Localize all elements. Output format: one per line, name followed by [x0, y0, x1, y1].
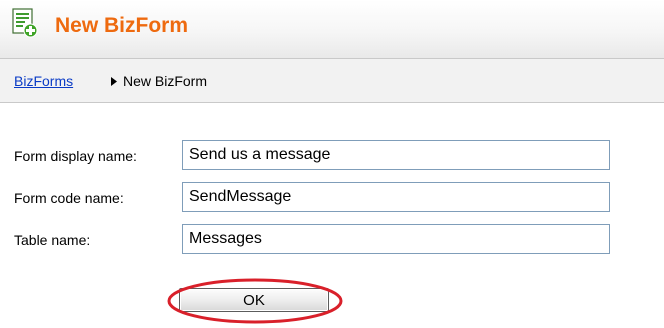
ok-button[interactable]: OK — [179, 288, 329, 312]
page-header: New BizForm — [0, 0, 664, 58]
table-name-input[interactable] — [182, 224, 610, 254]
form-display-name-input[interactable] — [182, 140, 610, 170]
breadcrumb: BizForms New BizForm — [0, 58, 664, 103]
table-name-label: Table name: — [14, 232, 91, 248]
breadcrumb-link-bizforms[interactable]: BizForms — [14, 73, 73, 89]
new-form-icon — [12, 8, 38, 38]
breadcrumb-current: New BizForm — [123, 73, 208, 89]
triangle-right-icon — [111, 77, 117, 86]
form-code-name-label: Form code name: — [14, 190, 124, 206]
page-title: New BizForm — [55, 14, 189, 37]
form-code-name-input[interactable] — [182, 182, 610, 212]
form-display-name-label: Form display name: — [14, 148, 137, 164]
